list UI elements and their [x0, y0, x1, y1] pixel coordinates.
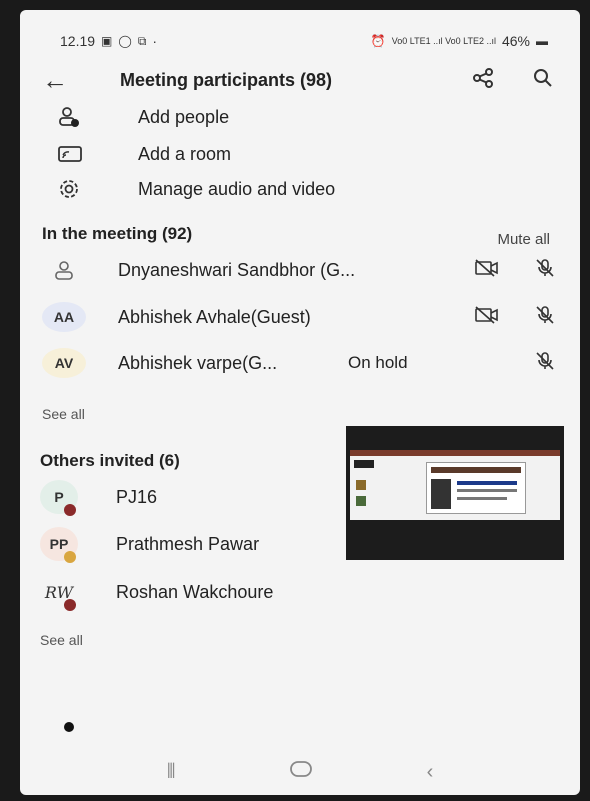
see-all-in-meeting[interactable]: See all	[42, 406, 85, 422]
recents-icon[interactable]: ⦀	[167, 761, 176, 784]
avatar-initials: PP	[49, 536, 69, 552]
avatar	[42, 255, 86, 285]
presence-away-dot	[64, 551, 76, 563]
network-indicator: Vo0 LTE1 ..ıl Vo0 LTE2 ..ıl	[391, 36, 496, 46]
avatar: AA	[42, 302, 86, 332]
avatar-initials: P	[54, 489, 64, 505]
search-icon[interactable]	[532, 67, 554, 94]
battery-icon: ▬	[536, 34, 548, 48]
dot-icon: ·	[152, 33, 158, 49]
participant-row[interactable]: Dnyaneshwari Sandbhor (G...	[42, 250, 558, 290]
participant-row[interactable]: AV Abhishek varpe(G... On hold	[42, 343, 558, 383]
share-icon[interactable]	[472, 67, 494, 94]
back-nav-icon[interactable]: ‹	[427, 761, 434, 784]
shared-screen-preview[interactable]	[346, 426, 564, 560]
invited-name: Prathmesh Pawar	[116, 533, 260, 554]
invited-name: Roshan Wakchoure	[116, 581, 274, 602]
app-bar: ← Meeting participants (98)	[42, 62, 558, 98]
shared-screen-content	[350, 450, 560, 520]
avatar: AV	[42, 348, 86, 378]
phone-screen: 12.19 ▣ ◯ ⧉ · ⏰ Vo0 LTE1 ..ıl Vo0 LTE2 .…	[20, 10, 580, 795]
avatar: PP	[40, 527, 78, 563]
add-person-icon	[58, 106, 138, 128]
mic-off-icon[interactable]	[534, 304, 556, 331]
status-bar: 12.19 ▣ ◯ ⧉ · ⏰ Vo0 LTE1 ..ıl Vo0 LTE2 .…	[60, 30, 548, 52]
cast-room-icon	[58, 145, 138, 163]
preview-thumb	[356, 496, 366, 506]
preview-slide-photo	[431, 479, 451, 509]
avatar: RW	[40, 575, 78, 611]
manage-av-label: Manage audio and video	[138, 178, 336, 199]
status-on-hold: On hold	[348, 353, 408, 372]
presence-busy-dot	[64, 504, 76, 516]
page-title: Meeting participants (98)	[120, 69, 333, 90]
in-meeting-heading: In the meeting (92)	[42, 224, 193, 243]
preview-thumb	[354, 460, 374, 468]
presence-busy-dot	[64, 599, 76, 611]
preview-thumb	[356, 480, 366, 490]
add-room-row[interactable]: Add a room	[58, 139, 231, 169]
participant-name: Dnyaneshwari Sandbhor (G...	[118, 259, 356, 280]
participant-name: Abhishek Avhale(Guest)	[118, 306, 311, 327]
status-time: 12.19	[60, 33, 96, 49]
battery-level: 46%	[501, 33, 530, 49]
preview-slide-banner	[431, 467, 521, 473]
manage-av-row[interactable]: Manage audio and video	[58, 174, 335, 204]
mute-all-button[interactable]: Mute all	[497, 231, 550, 248]
teams-icon: ⧉	[137, 33, 147, 48]
preview-slide-text	[457, 481, 517, 485]
avatar: P	[40, 480, 78, 516]
back-arrow-icon[interactable]: ←	[42, 65, 82, 96]
preview-slide	[426, 462, 526, 514]
add-people-label: Add people	[138, 106, 230, 127]
alarm-icon: ⏰	[370, 34, 386, 48]
camera-off-icon	[474, 258, 500, 283]
home-icon[interactable]	[289, 760, 313, 784]
gear-icon	[58, 178, 138, 200]
preview-slide-text	[457, 497, 507, 500]
gallery-icon: ▣	[101, 34, 113, 48]
add-room-label: Add a room	[138, 143, 232, 164]
see-all-invited[interactable]: See all	[40, 632, 83, 648]
android-nav-bar: ⦀ ‹	[20, 757, 580, 787]
mic-off-icon[interactable]	[534, 350, 556, 377]
invited-name: PJ16	[116, 486, 158, 507]
camera-hole	[64, 722, 74, 732]
mic-off-icon[interactable]	[534, 257, 556, 284]
participant-name: Abhishek varpe(G...	[118, 352, 278, 373]
person-icon	[55, 261, 73, 280]
add-people-row[interactable]: Add people	[58, 102, 229, 132]
camera-off-icon	[474, 305, 500, 330]
participant-row[interactable]: AA Abhishek Avhale(Guest)	[42, 297, 558, 337]
preview-header-bar	[350, 450, 560, 456]
whatsapp-icon: ◯	[118, 34, 132, 48]
invited-row[interactable]: RW Roshan Wakchoure	[40, 572, 558, 612]
preview-slide-text	[457, 489, 517, 492]
others-invited-heading: Others invited (6)	[40, 451, 180, 470]
